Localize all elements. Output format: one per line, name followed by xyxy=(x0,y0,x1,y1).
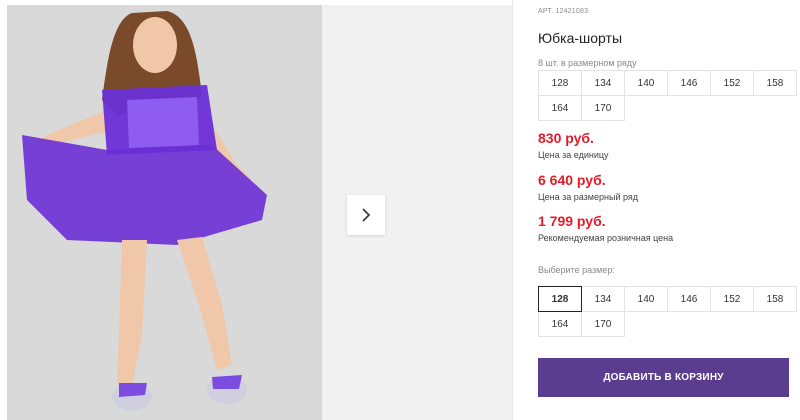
article-prefix: АРТ. xyxy=(538,8,554,15)
add-to-cart-button[interactable]: ДОБАВИТЬ В КОРЗИНУ xyxy=(538,358,789,397)
pack-size: 140 xyxy=(624,70,668,96)
size-option[interactable]: 146 xyxy=(667,286,711,312)
pack-price-label: Цена за размерный ряд xyxy=(538,192,639,202)
pack-size: 128 xyxy=(538,70,582,96)
article-number: АРТ. 12421083 xyxy=(538,8,588,15)
pack-price: 6 640 руб. xyxy=(538,172,606,188)
size-option[interactable]: 170 xyxy=(581,311,625,337)
pack-size: 146 xyxy=(667,70,711,96)
pack-note: 8 шт. в размерном ряду xyxy=(538,58,637,68)
size-option[interactable]: 164 xyxy=(538,311,582,337)
pack-size: 170 xyxy=(581,95,625,121)
unit-price-label: Цена за единицу xyxy=(538,150,609,160)
product-gallery xyxy=(0,0,512,420)
size-option[interactable]: 134 xyxy=(581,286,625,312)
size-option[interactable]: 152 xyxy=(710,286,754,312)
model-illustration xyxy=(7,5,322,420)
next-image-button[interactable] xyxy=(347,195,385,235)
choose-size-label: Выберите размер: xyxy=(538,265,615,275)
pack-size: 152 xyxy=(710,70,754,96)
article-value: 12421083 xyxy=(555,8,589,15)
retail-price-label: Рекомендуемая розничная цена xyxy=(538,233,674,243)
panel-divider xyxy=(512,0,513,420)
size-option[interactable]: 140 xyxy=(624,286,668,312)
product-title: Юбка-шорты xyxy=(538,30,623,46)
pack-size: 164 xyxy=(538,95,582,121)
product-info-panel: АРТ. 12421083 Юбка-шорты 8 шт. в размерн… xyxy=(538,0,797,420)
retail-price: 1 799 руб. xyxy=(538,213,606,229)
unit-price: 830 руб. xyxy=(538,130,594,146)
product-photo[interactable] xyxy=(7,5,322,420)
pack-size: 134 xyxy=(581,70,625,96)
pack-size: 158 xyxy=(753,70,797,96)
pack-size-grid: 128 134 140 146 152 158 164 170 xyxy=(538,70,797,121)
chevron-right-icon xyxy=(362,208,371,222)
size-option[interactable]: 158 xyxy=(753,286,797,312)
size-selector: 128 134 140 146 152 158 164 170 xyxy=(538,286,797,337)
size-option-selected[interactable]: 128 xyxy=(538,286,582,312)
